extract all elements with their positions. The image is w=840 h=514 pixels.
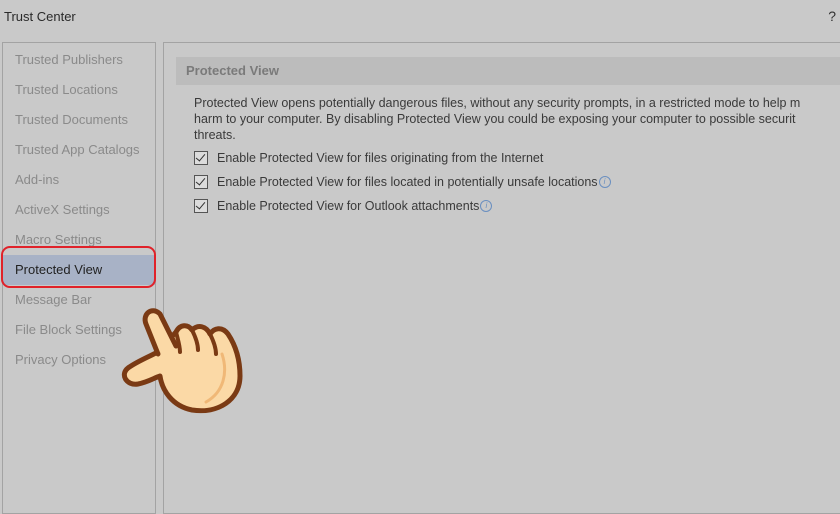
- checkbox-outlook-attachments[interactable]: [194, 199, 208, 213]
- info-circle-icon[interactable]: i: [598, 176, 611, 188]
- checkbox-internet-files[interactable]: [194, 151, 208, 165]
- pointing-hand-icon: [121, 308, 243, 414]
- option-outlook-attachments[interactable]: Enable Protected View for Outlook attach…: [194, 196, 493, 216]
- sidebar-item-add-ins[interactable]: Add-ins: [3, 165, 155, 195]
- checkbox-unsafe-locations[interactable]: [194, 175, 208, 189]
- sidebar-item-trusted-locations[interactable]: Trusted Locations: [3, 75, 155, 105]
- sidebar-item-trusted-app-catalogs[interactable]: Trusted App Catalogs: [3, 135, 155, 165]
- sidebar-item-trusted-documents[interactable]: Trusted Documents: [3, 105, 155, 135]
- option-label: Enable Protected View for files originat…: [217, 151, 544, 165]
- info-circle-icon[interactable]: i: [480, 200, 493, 212]
- sidebar-item-trusted-publishers[interactable]: Trusted Publishers: [3, 45, 155, 75]
- option-unsafe-locations[interactable]: Enable Protected View for files located …: [194, 172, 611, 192]
- description-text: Protected View opens potentially dangero…: [194, 96, 801, 142]
- title-bar: Trust Center ?: [0, 0, 840, 34]
- option-internet-files[interactable]: Enable Protected View for files originat…: [194, 148, 543, 168]
- help-button[interactable]: ?: [828, 8, 836, 24]
- main-panel: Protected View Protected View opens pote…: [163, 42, 840, 514]
- sidebar-item-protected-view[interactable]: Protected View: [3, 255, 155, 285]
- option-label: Enable Protected View for Outlook attach…: [217, 199, 480, 213]
- option-label: Enable Protected View for files located …: [217, 175, 598, 189]
- window-title: Trust Center: [4, 9, 76, 24]
- sidebar: Trusted Publishers Trusted Locations Tru…: [2, 42, 156, 514]
- sidebar-item-macro-settings[interactable]: Macro Settings: [3, 225, 155, 255]
- sidebar-item-activex-settings[interactable]: ActiveX Settings: [3, 195, 155, 225]
- section-header: Protected View: [176, 57, 840, 85]
